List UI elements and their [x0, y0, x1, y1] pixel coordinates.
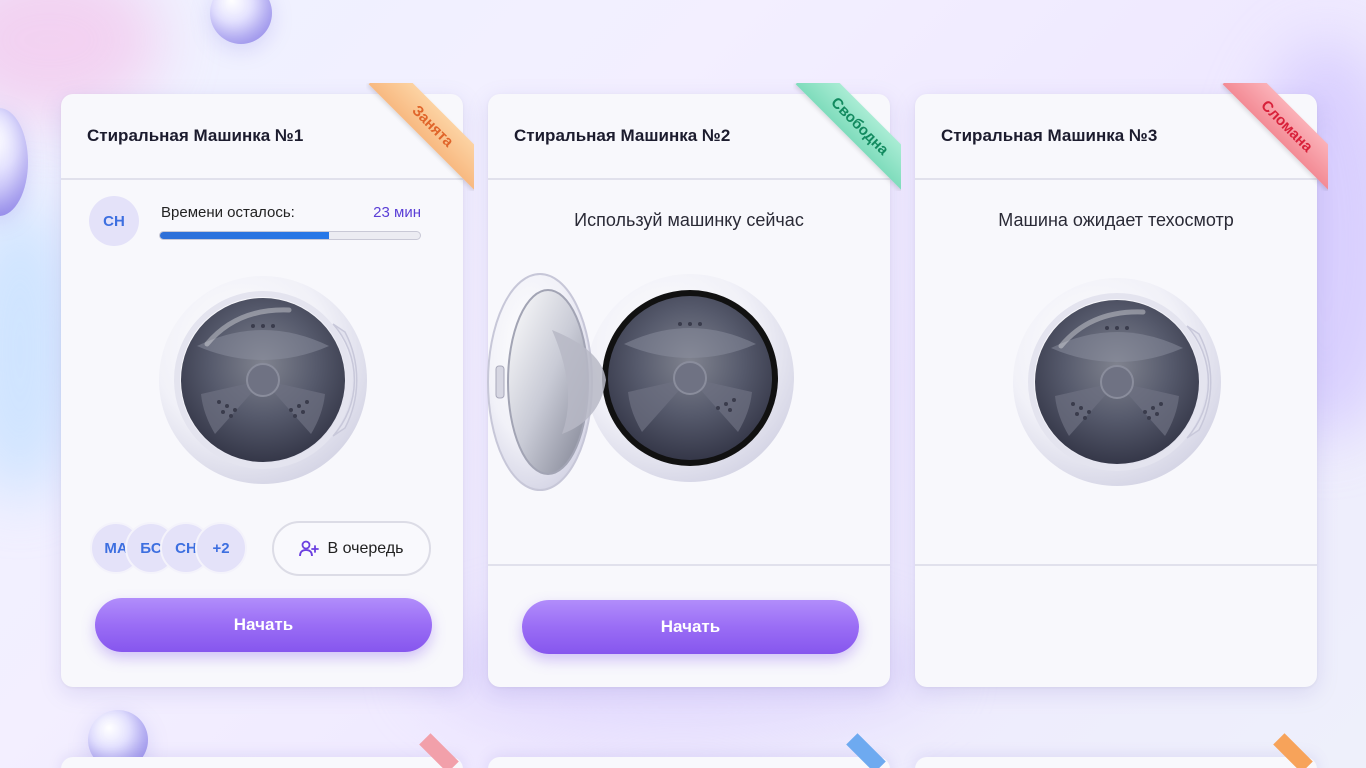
washer-drum-icon: [159, 276, 367, 484]
status-ribbon: Занята: [366, 83, 474, 191]
status-badge: Занята: [368, 83, 474, 191]
washer-card-peek: [915, 733, 1317, 768]
start-button[interactable]: Начать: [95, 598, 432, 652]
card-title: Стиральная Машинка №2: [514, 126, 731, 145]
washer-illustration-open: [482, 270, 802, 494]
card-divider: [488, 564, 890, 566]
status-ribbon: Свободна: [793, 83, 901, 191]
washer-illustration: [157, 274, 369, 486]
time-remaining-label: Времени осталось:: [161, 204, 295, 221]
washer-card-peek: [488, 733, 890, 768]
add-user-icon: [299, 540, 320, 556]
join-queue-label: В очередь: [327, 539, 404, 557]
progress-bar: [159, 231, 421, 240]
queue-more-count[interactable]: +2: [195, 522, 247, 574]
status-ribbon-peek: [419, 733, 459, 768]
washer-open-door-icon: [487, 273, 794, 491]
washer-card-1: Занята Стиральная Машинка №1 СН Времени …: [61, 83, 474, 687]
decor-bubble: [210, 0, 272, 44]
progress-bar-fill: [160, 232, 329, 239]
status-ribbon-peek: [1273, 733, 1313, 768]
join-queue-button[interactable]: В очередь: [272, 521, 431, 576]
availability-message: Используй машинку сейчас: [574, 210, 804, 230]
progress-section: СН Времени осталось: 23 мин: [61, 180, 463, 260]
washer-drum-icon: [1013, 278, 1221, 486]
card-divider: [915, 564, 1317, 566]
washer-card-2: Свободна Стиральная Машинка №2 Используй…: [487, 83, 901, 687]
current-user-avatar: СН: [89, 196, 139, 246]
card-title: Стиральная Машинка №3: [941, 126, 1158, 145]
washer-illustration: [1011, 276, 1223, 488]
start-button[interactable]: Начать: [522, 600, 859, 654]
washer-card-peek: [61, 733, 463, 768]
status-ribbon: Сломана: [1220, 83, 1328, 191]
maintenance-message: Машина ожидает техосмотр: [998, 210, 1234, 230]
washer-card-3: Сломана Стиральная Машинка №3 Машина ожи…: [915, 83, 1328, 687]
status-ribbon-peek: [846, 733, 886, 768]
status-badge: Сломана: [1222, 83, 1328, 191]
status-badge: Свободна: [795, 83, 901, 191]
card-title: Стиральная Машинка №1: [87, 126, 304, 145]
time-remaining-value: 23 мин: [373, 204, 421, 221]
